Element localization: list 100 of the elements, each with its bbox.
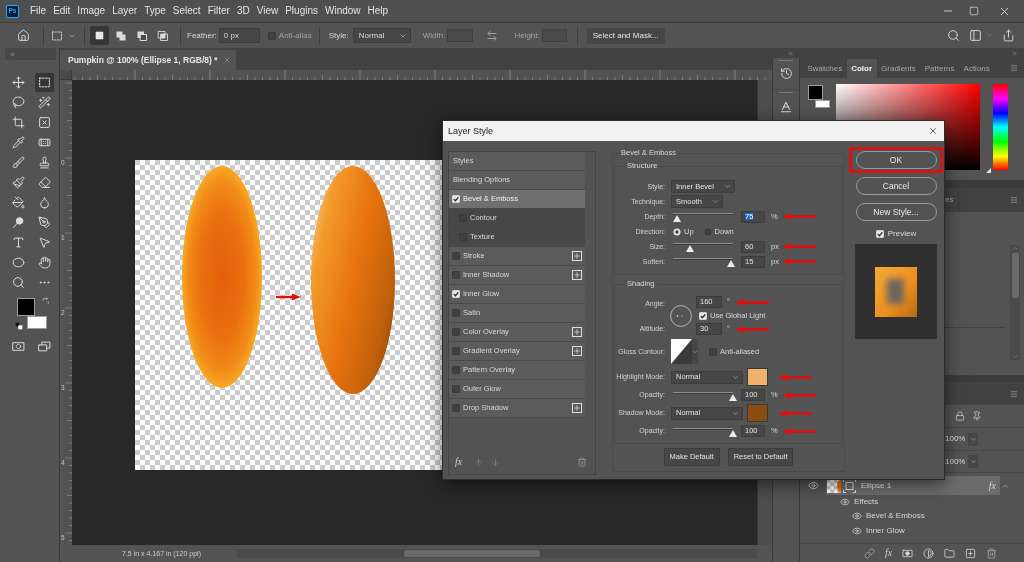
swap-colors-icon[interactable] bbox=[42, 297, 50, 305]
add-button[interactable] bbox=[572, 251, 582, 261]
letter-a-icon[interactable] bbox=[779, 100, 793, 114]
foreground-color-swatch[interactable] bbox=[808, 85, 823, 100]
background-color-swatch[interactable] bbox=[815, 100, 830, 108]
droplet-icon[interactable] bbox=[37, 195, 51, 209]
hand-icon[interactable] bbox=[37, 255, 51, 269]
screen-mode-icon[interactable] bbox=[37, 339, 51, 353]
hue-slider[interactable] bbox=[985, 84, 1008, 174]
checkbox[interactable] bbox=[699, 312, 707, 320]
eye-icon[interactable] bbox=[852, 525, 862, 536]
panel-menu-icon[interactable] bbox=[1010, 196, 1018, 204]
ellipse-icon[interactable] bbox=[11, 255, 25, 269]
subtract-squares-icon[interactable] bbox=[135, 29, 148, 42]
style-dropdown[interactable]: Normal bbox=[352, 28, 411, 43]
checkbox[interactable] bbox=[709, 347, 717, 356]
paint-bucket-icon[interactable] bbox=[11, 195, 25, 209]
scrollbar-thumb[interactable] bbox=[1011, 253, 1019, 298]
quick-mask-icon[interactable] bbox=[11, 339, 25, 353]
close-icon[interactable] bbox=[928, 126, 938, 136]
eye-icon[interactable] bbox=[852, 511, 862, 521]
panel-tab[interactable]: Patterns bbox=[920, 59, 960, 78]
half-circle-icon[interactable] bbox=[923, 547, 935, 559]
pen-icon[interactable] bbox=[37, 215, 51, 229]
dialog-button[interactable]: Cancel bbox=[855, 177, 937, 195]
move-icon[interactable] bbox=[11, 75, 25, 89]
union-squares-icon[interactable] bbox=[114, 29, 127, 42]
slider-thumb[interactable] bbox=[986, 168, 991, 173]
history-icon[interactable] bbox=[779, 67, 793, 80]
menu-item[interactable]: Layer bbox=[112, 5, 138, 17]
select-and-mask-button[interactable]: Select and Mask... bbox=[586, 27, 665, 44]
menu-item[interactable]: Type bbox=[144, 5, 166, 17]
menu-item[interactable]: Image bbox=[77, 5, 106, 17]
eye-icon[interactable] bbox=[807, 480, 819, 491]
workspace-icon[interactable] bbox=[969, 29, 982, 42]
opacity-field[interactable]: 100% bbox=[945, 435, 967, 443]
add-button[interactable] bbox=[572, 346, 582, 356]
slider-thumb[interactable] bbox=[729, 429, 737, 437]
intersect-squares-icon[interactable] bbox=[156, 29, 169, 42]
scrollbar-thumb[interactable] bbox=[404, 550, 540, 557]
checkbox[interactable] bbox=[452, 366, 460, 374]
dashed-rectangle-icon[interactable] bbox=[34, 72, 54, 92]
share-icon[interactable] bbox=[1002, 29, 1015, 42]
effects-menu-button[interactable]: fx bbox=[455, 457, 463, 467]
pin-icon[interactable] bbox=[972, 411, 982, 421]
lasso-icon[interactable] bbox=[11, 95, 25, 109]
menu-item[interactable]: Select bbox=[172, 5, 201, 17]
menu-item[interactable]: Plugins bbox=[285, 5, 318, 17]
panel-tab[interactable]: es bbox=[945, 196, 954, 204]
eraser-icon[interactable] bbox=[37, 175, 51, 189]
radio-button[interactable] bbox=[673, 227, 681, 236]
menu-item[interactable]: Edit bbox=[53, 5, 71, 17]
pointer-icon[interactable] bbox=[37, 235, 51, 249]
angle-dial[interactable] bbox=[670, 305, 692, 327]
slider-thumb[interactable] bbox=[726, 260, 735, 267]
slider-thumb[interactable] bbox=[729, 393, 737, 401]
panel-menu-icon[interactable] bbox=[1010, 389, 1018, 398]
checkbox[interactable] bbox=[875, 230, 884, 238]
checkbox[interactable] bbox=[452, 347, 460, 355]
menu-item[interactable]: 3D bbox=[236, 5, 250, 17]
checkbox[interactable] bbox=[452, 309, 460, 317]
folder-icon[interactable] bbox=[944, 547, 956, 559]
color-swatch[interactable] bbox=[747, 368, 768, 386]
foreground-color-swatch[interactable] bbox=[17, 298, 35, 316]
checkbox[interactable] bbox=[452, 328, 460, 336]
trash-icon[interactable] bbox=[986, 547, 998, 559]
brush-icon[interactable] bbox=[11, 155, 25, 169]
panel-menu-icon[interactable] bbox=[1010, 64, 1018, 72]
mask-icon[interactable] bbox=[902, 547, 914, 559]
menu-item[interactable]: Filter bbox=[207, 5, 230, 17]
eyedropper-icon[interactable] bbox=[11, 135, 25, 149]
zoom-icon[interactable] bbox=[11, 275, 25, 289]
eye-icon[interactable] bbox=[840, 497, 850, 507]
fill-field[interactable]: 100% bbox=[945, 457, 967, 466]
color-swatch[interactable] bbox=[747, 404, 768, 422]
menu-item[interactable]: File bbox=[30, 5, 47, 17]
contour-thumbnail[interactable] bbox=[671, 339, 692, 364]
checkbox[interactable] bbox=[452, 385, 460, 393]
square-icon[interactable] bbox=[90, 26, 109, 45]
slider-thumb[interactable] bbox=[673, 215, 682, 222]
checkbox[interactable] bbox=[452, 290, 460, 298]
checkbox[interactable] bbox=[452, 252, 460, 260]
menu-item[interactable]: Help bbox=[367, 5, 389, 17]
panel-tab[interactable]: Actions bbox=[959, 59, 995, 78]
type-icon[interactable] bbox=[11, 235, 25, 249]
panel-tab[interactable]: Gradients bbox=[876, 59, 921, 78]
menu-item[interactable]: Window bbox=[325, 5, 361, 17]
dashed-rectangle-icon[interactable] bbox=[51, 29, 63, 42]
new-layer-icon[interactable] bbox=[965, 547, 977, 559]
maximize-icon[interactable] bbox=[969, 6, 979, 16]
default-colors-icon[interactable] bbox=[15, 322, 23, 330]
crop-icon[interactable] bbox=[11, 115, 25, 129]
panel-tab[interactable]: Swatches bbox=[803, 59, 847, 78]
lock-icon[interactable] bbox=[955, 411, 965, 421]
checkbox[interactable] bbox=[452, 271, 460, 279]
checkbox[interactable] bbox=[452, 195, 460, 203]
background-color-swatch[interactable] bbox=[27, 316, 47, 329]
dialog-button[interactable]: OK bbox=[855, 151, 937, 169]
panel-tab[interactable]: Color bbox=[846, 59, 877, 78]
add-effect-button[interactable]: fx bbox=[885, 548, 893, 558]
